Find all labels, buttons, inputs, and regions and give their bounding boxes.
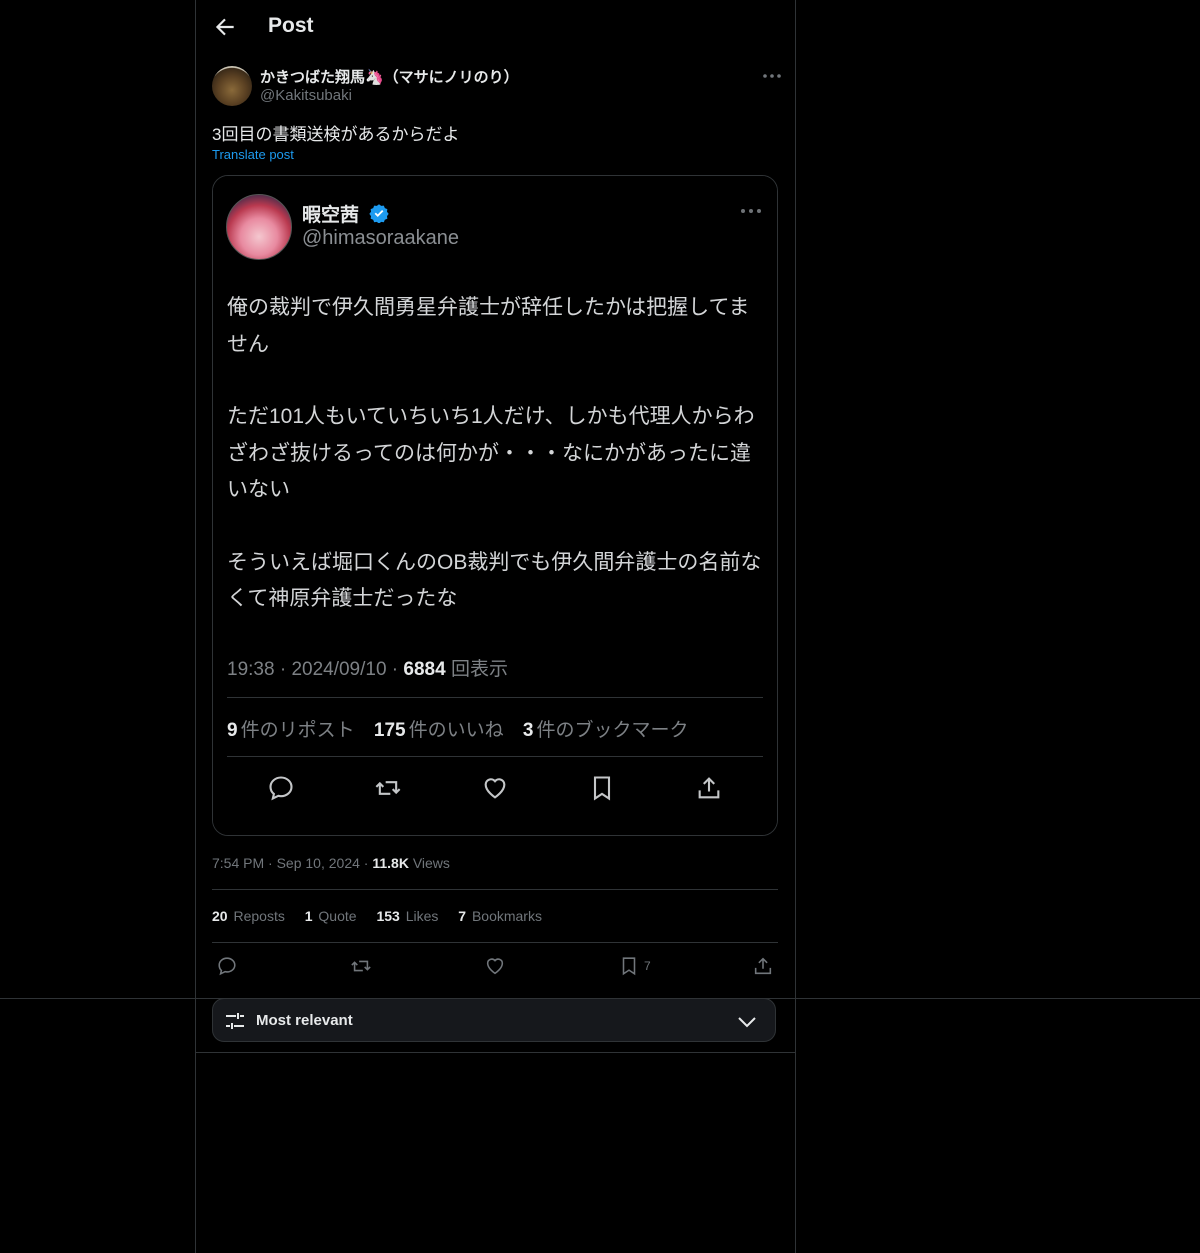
more-icon (741, 209, 761, 213)
bookmarks-label: Bookmarks (471, 908, 542, 924)
post-text: 3回目の書類送検があるからだよ (212, 125, 460, 144)
like-button[interactable] (484, 954, 506, 978)
divider (212, 942, 778, 943)
divider (227, 756, 763, 757)
like-icon (484, 778, 506, 799)
quote-paragraph: ただ101人もいていちいち1人だけ、しかも代理人からわざわざ抜けるってのは何かが… (227, 405, 755, 501)
author-handle[interactable]: @Kakitsubaki (260, 87, 352, 104)
sort-replies-dropdown[interactable]: Most relevant (212, 998, 776, 1042)
share-button[interactable] (752, 954, 774, 978)
quote-time: 19:38 (227, 659, 275, 680)
quote-views-count: 6884 (403, 659, 446, 680)
quote-likes-count: 175 (373, 720, 406, 741)
quote-reposts-label: 件のリポスト (240, 720, 355, 741)
share-icon (754, 957, 772, 975)
reposts-count: 20 (212, 908, 228, 924)
divider (212, 889, 778, 890)
bookmark-icon (593, 776, 611, 801)
quote-likes-label: 件のいいね (408, 720, 504, 741)
likes-stat[interactable]: 153 Likes (376, 908, 438, 924)
divider (0, 998, 1200, 999)
bookmark-count: 7 (644, 959, 651, 973)
reply-icon (269, 776, 293, 801)
post-date[interactable]: Sep 10, 2024 (277, 855, 360, 871)
reposts-stat[interactable]: 20 Reposts (212, 908, 285, 924)
quotes-count: 1 (304, 908, 313, 924)
sliders-icon (226, 1013, 244, 1029)
quote-paragraph: 俺の裁判で伊久間勇星弁護士が辞任したかは把握してません (227, 296, 750, 356)
quote-date: 2024/09/10 (291, 659, 387, 680)
likes-label: Likes (405, 908, 439, 924)
likes-count: 153 (376, 908, 400, 924)
quote-display-name: 暇空茜 (302, 205, 360, 226)
main-column: Post かきつばた翔馬🦄（マサにノリのり） @Kakitsubaki 3回目の… (195, 0, 796, 1253)
bookmark-icon (622, 957, 636, 976)
bookmarks-stat[interactable]: 7 Bookmarks (458, 908, 542, 924)
post-views-label: Views (412, 855, 450, 871)
quote-avatar (226, 194, 292, 260)
divider (195, 1052, 795, 1053)
quote-stats: 9 件のリポスト 175 件のいいね 3 件のブックマーク (227, 715, 702, 742)
author-display-name[interactable]: かきつばた翔馬🦄（マサにノリのり） (260, 66, 519, 87)
repost-button[interactable] (350, 954, 372, 978)
post-time[interactable]: 7:54 PM (212, 855, 264, 871)
quote-views-label: 回表示 (450, 659, 508, 680)
quotes-label: Quote (318, 908, 357, 924)
quoted-post-image[interactable]: 暇空茜 @himasoraakane 俺の裁判で伊久間勇星弁護士が辞任したかは把… (212, 175, 778, 836)
page-title: Post (268, 14, 314, 37)
header: Post (196, 0, 795, 54)
reposts-label: Reposts (233, 908, 285, 924)
chevron-down-icon (738, 1017, 756, 1028)
share-icon (698, 777, 720, 799)
bookmark-button[interactable]: 7 (618, 954, 651, 978)
quotes-stat[interactable]: 1 Quote (305, 908, 357, 924)
translate-post-link[interactable]: Translate post (212, 147, 294, 162)
quote-meta: 19:38 · 2024/09/10 · 6884 回表示 (227, 659, 508, 680)
more-icon[interactable] (760, 66, 784, 86)
back-arrow-icon[interactable] (212, 14, 238, 40)
divider (227, 697, 763, 698)
quote-body: 俺の裁判で伊久間勇星弁護士が辞任したかは把握してません ただ101人もいていちい… (227, 290, 767, 618)
quoted-post-screenshot: 暇空茜 @himasoraakane 俺の裁判で伊久間勇星弁護士が辞任したかは把… (213, 176, 777, 835)
quote-bookmarks-label: 件のブックマーク (536, 720, 689, 741)
verified-icon (369, 204, 389, 223)
like-icon (486, 958, 504, 975)
repost-icon (375, 781, 401, 795)
repost-icon (351, 960, 371, 972)
reply-icon (218, 957, 236, 976)
post-views-count: 11.8K (372, 855, 409, 871)
quote-reposts-count: 9 (227, 720, 238, 741)
post-meta: 7:54 PM · Sep 10, 2024 · 11.8K Views (212, 855, 450, 871)
quote-paragraph: そういえば堀口くんのOB裁判でも伊久間弁護士の名前なくて神原弁護士だったな (227, 550, 762, 611)
quote-handle: @himasoraakane (302, 227, 460, 249)
bookmarks-count: 7 (458, 908, 467, 924)
post-stats: 20 Reposts 1 Quote 153 Likes 7 Bookmarks (212, 908, 558, 924)
reply-button[interactable] (216, 954, 238, 978)
sort-label: Most relevant (256, 1012, 353, 1029)
quote-bookmarks-count: 3 (522, 720, 534, 741)
avatar[interactable] (212, 66, 252, 106)
